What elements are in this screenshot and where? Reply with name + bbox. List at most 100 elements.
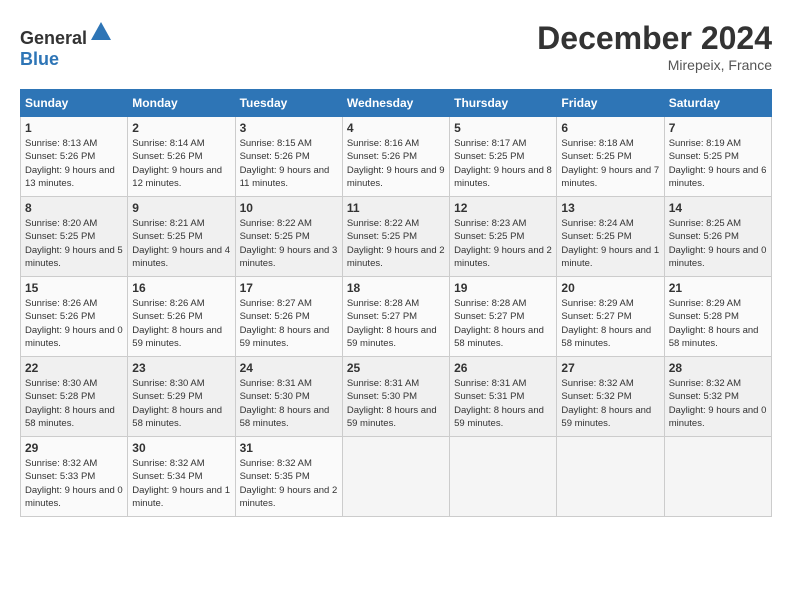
day-info: Sunrise: 8:19 AMSunset: 5:25 PMDaylight:… bbox=[669, 138, 767, 189]
day-info: Sunrise: 8:30 AMSunset: 5:29 PMDaylight:… bbox=[132, 378, 222, 429]
day-info: Sunrise: 8:31 AMSunset: 5:30 PMDaylight:… bbox=[347, 378, 437, 429]
day-number: 12 bbox=[454, 201, 552, 215]
header-saturday: Saturday bbox=[664, 90, 771, 117]
day-number: 5 bbox=[454, 121, 552, 135]
day-info: Sunrise: 8:17 AMSunset: 5:25 PMDaylight:… bbox=[454, 138, 552, 189]
day-info: Sunrise: 8:22 AMSunset: 5:25 PMDaylight:… bbox=[347, 218, 445, 269]
calendar-cell: 10 Sunrise: 8:22 AMSunset: 5:25 PMDaylig… bbox=[235, 197, 342, 277]
day-info: Sunrise: 8:22 AMSunset: 5:25 PMDaylight:… bbox=[240, 218, 338, 269]
day-info: Sunrise: 8:32 AMSunset: 5:35 PMDaylight:… bbox=[240, 458, 338, 509]
day-info: Sunrise: 8:23 AMSunset: 5:25 PMDaylight:… bbox=[454, 218, 552, 269]
day-info: Sunrise: 8:32 AMSunset: 5:32 PMDaylight:… bbox=[669, 378, 767, 429]
day-number: 7 bbox=[669, 121, 767, 135]
day-info: Sunrise: 8:16 AMSunset: 5:26 PMDaylight:… bbox=[347, 138, 445, 189]
logo: General Blue bbox=[20, 20, 113, 70]
calendar-cell: 15 Sunrise: 8:26 AMSunset: 5:26 PMDaylig… bbox=[21, 277, 128, 357]
day-number: 24 bbox=[240, 361, 338, 375]
day-info: Sunrise: 8:30 AMSunset: 5:28 PMDaylight:… bbox=[25, 378, 115, 429]
day-number: 16 bbox=[132, 281, 230, 295]
header-friday: Friday bbox=[557, 90, 664, 117]
day-number: 9 bbox=[132, 201, 230, 215]
day-info: Sunrise: 8:20 AMSunset: 5:25 PMDaylight:… bbox=[25, 218, 123, 269]
calendar-cell: 11 Sunrise: 8:22 AMSunset: 5:25 PMDaylig… bbox=[342, 197, 449, 277]
calendar-cell bbox=[557, 437, 664, 517]
day-info: Sunrise: 8:14 AMSunset: 5:26 PMDaylight:… bbox=[132, 138, 222, 189]
day-number: 1 bbox=[25, 121, 123, 135]
day-number: 4 bbox=[347, 121, 445, 135]
day-info: Sunrise: 8:24 AMSunset: 5:25 PMDaylight:… bbox=[561, 218, 659, 269]
day-info: Sunrise: 8:32 AMSunset: 5:34 PMDaylight:… bbox=[132, 458, 230, 509]
calendar-cell: 28 Sunrise: 8:32 AMSunset: 5:32 PMDaylig… bbox=[664, 357, 771, 437]
calendar-cell bbox=[342, 437, 449, 517]
week-row-4: 22 Sunrise: 8:30 AMSunset: 5:28 PMDaylig… bbox=[21, 357, 772, 437]
day-number: 21 bbox=[669, 281, 767, 295]
calendar-cell: 21 Sunrise: 8:29 AMSunset: 5:28 PMDaylig… bbox=[664, 277, 771, 357]
calendar-cell: 6 Sunrise: 8:18 AMSunset: 5:25 PMDayligh… bbox=[557, 117, 664, 197]
calendar-cell: 8 Sunrise: 8:20 AMSunset: 5:25 PMDayligh… bbox=[21, 197, 128, 277]
location: Mirepeix, France bbox=[537, 57, 772, 73]
day-number: 2 bbox=[132, 121, 230, 135]
calendar-cell: 4 Sunrise: 8:16 AMSunset: 5:26 PMDayligh… bbox=[342, 117, 449, 197]
day-info: Sunrise: 8:15 AMSunset: 5:26 PMDaylight:… bbox=[240, 138, 330, 189]
calendar-cell: 14 Sunrise: 8:25 AMSunset: 5:26 PMDaylig… bbox=[664, 197, 771, 277]
calendar-cell: 12 Sunrise: 8:23 AMSunset: 5:25 PMDaylig… bbox=[450, 197, 557, 277]
calendar-cell bbox=[450, 437, 557, 517]
week-row-2: 8 Sunrise: 8:20 AMSunset: 5:25 PMDayligh… bbox=[21, 197, 772, 277]
logo-blue: Blue bbox=[20, 49, 59, 69]
day-info: Sunrise: 8:13 AMSunset: 5:26 PMDaylight:… bbox=[25, 138, 115, 189]
day-info: Sunrise: 8:31 AMSunset: 5:31 PMDaylight:… bbox=[454, 378, 544, 429]
week-row-1: 1 Sunrise: 8:13 AMSunset: 5:26 PMDayligh… bbox=[21, 117, 772, 197]
week-row-5: 29 Sunrise: 8:32 AMSunset: 5:33 PMDaylig… bbox=[21, 437, 772, 517]
calendar-cell: 2 Sunrise: 8:14 AMSunset: 5:26 PMDayligh… bbox=[128, 117, 235, 197]
day-number: 14 bbox=[669, 201, 767, 215]
day-info: Sunrise: 8:26 AMSunset: 5:26 PMDaylight:… bbox=[132, 298, 222, 349]
day-number: 17 bbox=[240, 281, 338, 295]
calendar-cell: 5 Sunrise: 8:17 AMSunset: 5:25 PMDayligh… bbox=[450, 117, 557, 197]
header-wednesday: Wednesday bbox=[342, 90, 449, 117]
day-number: 31 bbox=[240, 441, 338, 455]
day-number: 30 bbox=[132, 441, 230, 455]
day-info: Sunrise: 8:29 AMSunset: 5:28 PMDaylight:… bbox=[669, 298, 759, 349]
day-number: 10 bbox=[240, 201, 338, 215]
day-info: Sunrise: 8:28 AMSunset: 5:27 PMDaylight:… bbox=[347, 298, 437, 349]
calendar-cell: 16 Sunrise: 8:26 AMSunset: 5:26 PMDaylig… bbox=[128, 277, 235, 357]
day-info: Sunrise: 8:31 AMSunset: 5:30 PMDaylight:… bbox=[240, 378, 330, 429]
header-monday: Monday bbox=[128, 90, 235, 117]
header-tuesday: Tuesday bbox=[235, 90, 342, 117]
logo-icon bbox=[89, 20, 113, 44]
day-info: Sunrise: 8:18 AMSunset: 5:25 PMDaylight:… bbox=[561, 138, 659, 189]
calendar-cell: 9 Sunrise: 8:21 AMSunset: 5:25 PMDayligh… bbox=[128, 197, 235, 277]
day-number: 27 bbox=[561, 361, 659, 375]
day-number: 22 bbox=[25, 361, 123, 375]
day-number: 11 bbox=[347, 201, 445, 215]
day-number: 23 bbox=[132, 361, 230, 375]
day-info: Sunrise: 8:32 AMSunset: 5:33 PMDaylight:… bbox=[25, 458, 123, 509]
day-info: Sunrise: 8:27 AMSunset: 5:26 PMDaylight:… bbox=[240, 298, 330, 349]
calendar-cell: 7 Sunrise: 8:19 AMSunset: 5:25 PMDayligh… bbox=[664, 117, 771, 197]
calendar-cell: 20 Sunrise: 8:29 AMSunset: 5:27 PMDaylig… bbox=[557, 277, 664, 357]
page-header: General Blue December 2024 Mirepeix, Fra… bbox=[20, 20, 772, 73]
calendar-table: SundayMondayTuesdayWednesdayThursdayFrid… bbox=[20, 89, 772, 517]
header-thursday: Thursday bbox=[450, 90, 557, 117]
title-block: December 2024 Mirepeix, France bbox=[537, 20, 772, 73]
day-number: 8 bbox=[25, 201, 123, 215]
calendar-cell bbox=[664, 437, 771, 517]
calendar-cell: 27 Sunrise: 8:32 AMSunset: 5:32 PMDaylig… bbox=[557, 357, 664, 437]
day-number: 19 bbox=[454, 281, 552, 295]
day-number: 13 bbox=[561, 201, 659, 215]
day-number: 26 bbox=[454, 361, 552, 375]
calendar-cell: 17 Sunrise: 8:27 AMSunset: 5:26 PMDaylig… bbox=[235, 277, 342, 357]
day-number: 25 bbox=[347, 361, 445, 375]
week-row-3: 15 Sunrise: 8:26 AMSunset: 5:26 PMDaylig… bbox=[21, 277, 772, 357]
month-title: December 2024 bbox=[537, 20, 772, 57]
day-info: Sunrise: 8:29 AMSunset: 5:27 PMDaylight:… bbox=[561, 298, 651, 349]
calendar-cell: 26 Sunrise: 8:31 AMSunset: 5:31 PMDaylig… bbox=[450, 357, 557, 437]
calendar-cell: 1 Sunrise: 8:13 AMSunset: 5:26 PMDayligh… bbox=[21, 117, 128, 197]
calendar-cell: 3 Sunrise: 8:15 AMSunset: 5:26 PMDayligh… bbox=[235, 117, 342, 197]
calendar-cell: 31 Sunrise: 8:32 AMSunset: 5:35 PMDaylig… bbox=[235, 437, 342, 517]
day-number: 28 bbox=[669, 361, 767, 375]
day-number: 29 bbox=[25, 441, 123, 455]
calendar-cell: 23 Sunrise: 8:30 AMSunset: 5:29 PMDaylig… bbox=[128, 357, 235, 437]
day-number: 18 bbox=[347, 281, 445, 295]
day-info: Sunrise: 8:32 AMSunset: 5:32 PMDaylight:… bbox=[561, 378, 651, 429]
